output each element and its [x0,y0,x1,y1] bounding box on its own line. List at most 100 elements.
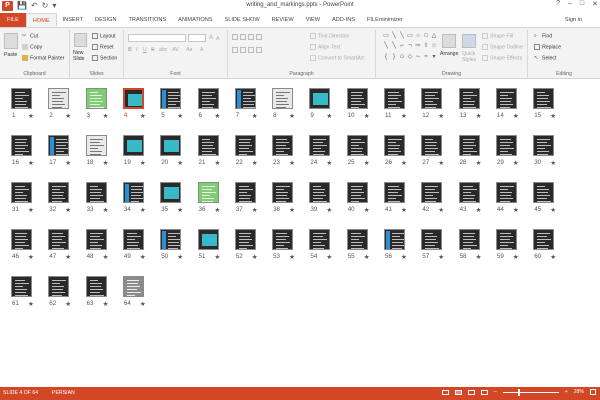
font-name-combobox[interactable] [128,34,186,42]
slide-thumbnail[interactable] [495,229,517,250]
layout-button[interactable]: Layout [92,33,116,39]
animation-star-icon[interactable]: ★ [28,253,34,261]
slide-thumbnail[interactable] [309,135,331,156]
shape-oval-icon[interactable]: ○ [414,32,422,41]
quick-styles-icon[interactable] [462,34,476,48]
animation-star-icon[interactable]: ★ [177,206,183,214]
slide-thumbnail[interactable] [346,88,368,109]
copy-button[interactable]: Copy [22,44,42,50]
slide-thumbnail[interactable] [458,229,480,250]
animation-star-icon[interactable]: ★ [513,112,519,120]
help-icon[interactable]: ? [556,0,560,8]
slide-thumbnail[interactable] [85,229,107,250]
animation-star-icon[interactable]: ★ [289,159,295,167]
animation-star-icon[interactable]: ★ [326,159,332,167]
animation-star-icon[interactable]: ★ [28,206,34,214]
shape-bracket-icon[interactable]: ¬ [406,42,414,51]
text-shadow-button[interactable]: abc [159,47,167,53]
animation-star-icon[interactable]: ★ [28,300,34,308]
minimize-icon[interactable]: – [568,0,572,8]
zoom-slider-thumb[interactable] [518,388,521,396]
paste-icon[interactable] [4,33,18,49]
slide-thumbnail[interactable] [11,276,32,297]
slide-thumbnail[interactable] [11,182,32,203]
slide-thumbnail[interactable] [48,276,70,297]
shape-line-icon[interactable]: ╲ [390,32,398,41]
shape-bracket-icon[interactable]: ⌐ [398,42,406,51]
tab-add-ins[interactable]: ADD-INS [326,13,361,27]
animation-star-icon[interactable]: ★ [476,159,482,167]
slide-thumbnail[interactable] [495,182,517,203]
slide-thumbnail[interactable] [122,229,144,250]
shape-wave-icon[interactable]: ≈ [422,53,430,62]
slide-thumbnail[interactable] [234,182,256,203]
animation-star-icon[interactable]: ★ [140,112,146,120]
slide-thumbnail[interactable] [421,135,443,156]
view-normal-icon[interactable] [441,389,449,395]
language-indicator[interactable]: PERSIAN [52,390,75,396]
animation-star-icon[interactable]: ★ [103,206,109,214]
tab-transitions[interactable]: TRANSITIONS [122,13,172,27]
animation-star-icon[interactable]: ★ [103,300,109,308]
shape-wave-icon[interactable]: ∼ [414,53,422,62]
shrink-font-button[interactable]: A [216,36,219,42]
animation-star-icon[interactable]: ★ [215,159,221,167]
new-slide-button[interactable]: New Slide [73,50,89,62]
slide-thumbnail[interactable] [495,88,517,109]
animation-star-icon[interactable]: ★ [364,253,370,261]
fit-to-window-icon[interactable] [590,389,596,395]
text-direction-button[interactable]: Text Direction [310,33,349,39]
animation-star-icon[interactable]: ★ [438,159,444,167]
slide-thumbnail[interactable] [495,135,517,156]
view-slideshow-icon[interactable] [480,389,488,395]
animation-star-icon[interactable]: ★ [550,253,556,261]
slide-thumbnail[interactable] [234,88,256,109]
tab-home[interactable]: HOME [25,13,57,27]
shape-line-icon[interactable]: ╲ [398,32,406,41]
animation-star-icon[interactable]: ★ [103,112,109,120]
slide-thumbnail[interactable] [197,229,219,250]
slide-thumbnail[interactable] [48,88,70,109]
animation-star-icon[interactable]: ★ [252,253,258,261]
shape-rectangle-icon[interactable]: □ [422,32,430,41]
slide-thumbnail[interactable] [11,88,32,109]
quick-styles-button[interactable]: Quick Styles [462,51,478,63]
slide-thumbnail[interactable] [197,135,219,156]
animation-star-icon[interactable]: ★ [401,159,407,167]
animation-star-icon[interactable]: ★ [252,206,258,214]
slide-thumbnail[interactable] [234,229,256,250]
shape-brace-icon[interactable]: } [390,53,398,62]
animation-star-icon[interactable]: ★ [65,300,71,308]
animation-star-icon[interactable]: ★ [140,253,146,261]
slide-thumbnail[interactable] [384,135,405,156]
cut-button[interactable]: ✂ Cut [22,33,38,39]
shape-arrow-icon[interactable]: ⇨ [414,42,422,51]
animation-star-icon[interactable]: ★ [513,253,519,261]
animation-star-icon[interactable]: ★ [252,159,258,167]
animation-star-icon[interactable]: ★ [177,253,183,261]
slide-thumbnail[interactable] [197,88,219,109]
view-reading-icon[interactable] [467,389,475,395]
new-slide-icon[interactable] [74,33,87,47]
shape-outline-button[interactable]: Shape Outline [482,44,523,50]
slide-thumbnail[interactable] [11,135,32,156]
slide-thumbnail[interactable] [458,135,480,156]
animation-star-icon[interactable]: ★ [438,253,444,261]
slide-thumbnail[interactable] [48,229,70,250]
animation-star-icon[interactable]: ★ [476,253,482,261]
slide-thumbnail[interactable] [272,88,294,109]
slide-thumbnail[interactable] [458,182,480,203]
shape-more-icon[interactable]: ▾ [430,53,438,62]
replace-button[interactable]: Replace [534,44,561,50]
animation-star-icon[interactable]: ★ [215,206,221,214]
slide-thumbnail[interactable] [309,182,331,203]
slide-thumbnail[interactable] [197,182,219,203]
reset-button[interactable]: Reset [92,44,114,50]
maximize-icon[interactable]: □ [580,0,584,8]
animation-star-icon[interactable]: ★ [140,300,146,308]
select-button[interactable]: ↖ Select [534,55,556,61]
animation-star-icon[interactable]: ★ [103,159,109,167]
slide-thumbnail[interactable] [421,182,443,203]
slide-thumbnail[interactable] [346,135,368,156]
animation-star-icon[interactable]: ★ [401,206,407,214]
